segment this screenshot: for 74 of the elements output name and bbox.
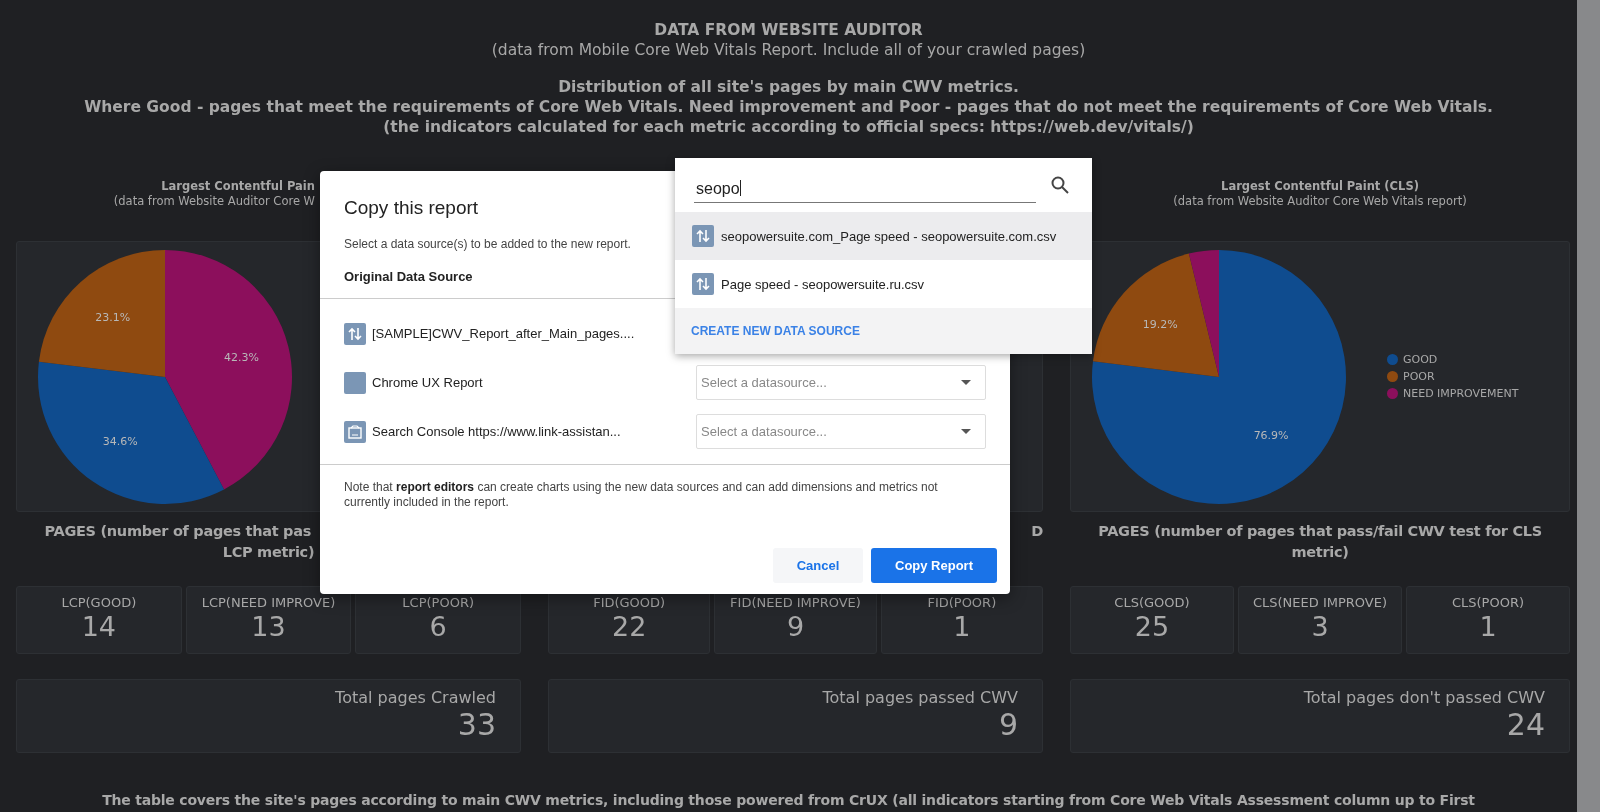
dialog-title: Copy this report [343, 196, 479, 219]
section-heading: metric) [1290, 543, 1350, 562]
description-line: Distribution of all site's pages by main CWV metrics. [557, 77, 1020, 97]
scorecard-label: LCP(POOR) [401, 595, 475, 610]
legend-dot [1387, 371, 1398, 382]
data-label: 23.1% [95, 310, 131, 324]
scorecard-value: 14 [80, 610, 117, 644]
scorecard-label: CLS(POOR) [1450, 595, 1526, 610]
cancel-button[interactable]: Cancel [773, 548, 863, 583]
scorecard-label: Total pages Crawled [334, 688, 496, 707]
dropdown-option[interactable]: seopowersuite.com_Page speed - seopowersuite.com.csv [675, 212, 1092, 260]
dialog-subtitle: Select a data source(s) to be added to the new report. [343, 236, 631, 251]
scorecard-value: 3 [1310, 610, 1330, 644]
up-down-arrows-icon [344, 322, 366, 345]
data-label: 19.2% [1142, 317, 1178, 331]
scorecard-label: FID(NEED IMPROVE) [729, 595, 862, 610]
scorecard-label: LCP(NEED IMPROVE) [200, 595, 337, 610]
chart-title: Largest Contentful Paint (CLS) [1220, 179, 1420, 194]
scorecard-value: 6 [428, 610, 448, 644]
scorecard-value: 9 [997, 707, 1018, 743]
search-icon[interactable] [1050, 175, 1070, 195]
data-source-name: Chrome UX Report [372, 375, 483, 390]
scorecard-label: FID(POOR) [926, 595, 998, 610]
create-data-source-link[interactable]: CREATE NEW DATA SOURCE [691, 324, 860, 338]
up-down-arrows-icon [692, 273, 714, 295]
description-text: The table covers the site's pages according to main CWV metrics, including those powered from CrUX (all indicators starting from Core Web Vitals Assessment column up to First [101, 791, 1476, 809]
dialog-note: Note that report editors can create charts using the new data sources and can add dimensions and metrics not currently included in the report. [343, 479, 939, 510]
scorecard-value: 33 [456, 707, 496, 743]
up-down-arrows-icon [692, 225, 714, 247]
report-title: DATA FROM WEBSITE AUDITOR [653, 20, 924, 40]
console-icon [344, 420, 366, 443]
data-label: 76.9% [1253, 428, 1289, 442]
scorecard-label: CLS(GOOD) [1113, 595, 1191, 610]
chart-subtitle: (data from Website Auditor Core W [112, 194, 315, 209]
legend-dot [1387, 388, 1398, 399]
search-field[interactable]: seopo [694, 171, 1036, 203]
description-line: (the indicators calculated for each metric according to official specs: https://web.dev/vitals/) [382, 117, 1195, 137]
report-subtitle: (data from Mobile Core Web Vitals Report. Include all of your crawled pages) [490, 40, 1087, 60]
scorecard-value: 24 [1505, 707, 1545, 743]
section-heading: D [1030, 522, 1043, 541]
legend-dot [1387, 354, 1398, 365]
scorecard-value: 1 [1478, 610, 1498, 644]
caret-icon [961, 380, 971, 385]
square-icon [344, 371, 366, 394]
legend-label: POOR [1403, 370, 1435, 383]
legend-label: NEED IMPROVEMENT [1403, 387, 1519, 400]
section-heading: PAGES (number of pages that pas [43, 522, 312, 541]
data-source-name: [SAMPLE]CWV_Report_after_Main_pages.... [372, 326, 635, 341]
caret-icon [961, 429, 971, 434]
section-heading: PAGES (number of pages that pass/fail CWV test for CLS [1097, 522, 1543, 541]
dropdown-option[interactable]: Page speed - seopowersuite.ru.csv [675, 260, 1092, 308]
scrollbar[interactable] [1577, 0, 1600, 812]
chart-title: Largest Contentful Pain [160, 179, 315, 194]
scorecard-label: FID(GOOD) [592, 595, 667, 610]
datasource-select[interactable]: Select a datasource... [696, 365, 986, 400]
description-line: Where Good - pages that meet the requirements of Core Web Vitals. Need improvement and Poor - pages that do not meet the requirements of Core Web Vitals. [83, 97, 1494, 117]
section-heading: LCP metric) [221, 543, 316, 562]
scorecard-value: 1 [952, 610, 972, 644]
scorecard-label: Total pages passed CWV [821, 688, 1018, 707]
legend-label: GOOD [1403, 353, 1438, 366]
scorecard-value: 22 [611, 610, 648, 644]
data-label: 34.6% [102, 434, 138, 448]
scorecard-label: Total pages don't passed CWV [1302, 688, 1545, 707]
data-label: 42.3% [223, 350, 259, 364]
column-heading: Original Data Source [344, 269, 473, 284]
scorecard-value: 13 [250, 610, 287, 644]
data-source-name: Search Console https://www.link-assistan... [372, 424, 621, 439]
copy-button[interactable]: Copy Report [871, 548, 997, 583]
scorecard-label: CLS(NEED IMPROVE) [1251, 595, 1388, 610]
scorecard-value: 9 [785, 610, 806, 644]
scorecard-value: 25 [1133, 610, 1171, 644]
datasource-select[interactable]: Select a datasource... [696, 414, 986, 449]
scorecard-label: LCP(GOOD) [60, 595, 138, 610]
chart-subtitle: (data from Website Auditor Core Web Vitals report) [1172, 194, 1468, 209]
